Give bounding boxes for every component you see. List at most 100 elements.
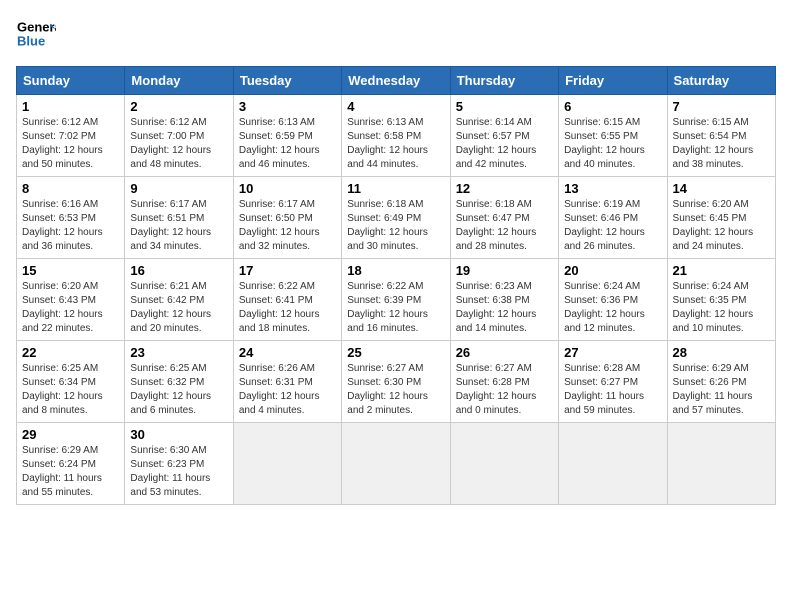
calendar-cell: 28 Sunrise: 6:29 AM Sunset: 6:26 PM Dayli… (667, 341, 775, 423)
day-number: 12 (456, 181, 553, 196)
day-info: Sunrise: 6:20 AM Sunset: 6:45 PM Dayligh… (673, 198, 770, 254)
calendar-cell: 13 Sunrise: 6:19 AM Sunset: 6:46 PM Dayli… (559, 177, 667, 259)
day-info: Sunrise: 6:22 AM Sunset: 6:39 PM Dayligh… (347, 280, 444, 336)
calendar-cell: 19 Sunrise: 6:23 AM Sunset: 6:38 PM Dayli… (450, 259, 558, 341)
day-info: Sunrise: 6:27 AM Sunset: 6:30 PM Dayligh… (347, 362, 444, 418)
day-number: 5 (456, 99, 553, 114)
calendar-header-row: SundayMondayTuesdayWednesdayThursdayFrid… (17, 67, 776, 95)
day-info: Sunrise: 6:22 AM Sunset: 6:41 PM Dayligh… (239, 280, 336, 336)
day-number: 9 (130, 181, 227, 196)
calendar-cell: 25 Sunrise: 6:27 AM Sunset: 6:30 PM Dayli… (342, 341, 450, 423)
day-number: 4 (347, 99, 444, 114)
day-number: 6 (564, 99, 661, 114)
calendar-cell: 15Sunrise: 6:20 AM Sunset: 6:43 PM Dayli… (17, 259, 125, 341)
calendar-cell: 17 Sunrise: 6:22 AM Sunset: 6:41 PM Dayli… (233, 259, 341, 341)
day-info: Sunrise: 6:18 AM Sunset: 6:49 PM Dayligh… (347, 198, 444, 254)
calendar-cell: 26 Sunrise: 6:27 AM Sunset: 6:28 PM Dayli… (450, 341, 558, 423)
calendar-cell: 23Sunrise: 6:25 AM Sunset: 6:32 PM Dayli… (125, 341, 233, 423)
day-info: Sunrise: 6:24 AM Sunset: 6:35 PM Dayligh… (673, 280, 770, 336)
calendar-cell (450, 423, 558, 505)
day-number: 20 (564, 263, 661, 278)
day-number: 19 (456, 263, 553, 278)
day-number: 2 (130, 99, 227, 114)
calendar-day-header: Monday (125, 67, 233, 95)
day-number: 10 (239, 181, 336, 196)
calendar-day-header: Thursday (450, 67, 558, 95)
day-number: 28 (673, 345, 770, 360)
calendar-day-header: Wednesday (342, 67, 450, 95)
calendar-body: 1 Sunrise: 6:12 AM Sunset: 7:02 PM Daylig… (17, 95, 776, 505)
day-number: 16 (130, 263, 227, 278)
calendar-day-header: Sunday (17, 67, 125, 95)
calendar-cell: 10 Sunrise: 6:17 AM Sunset: 6:50 PM Dayli… (233, 177, 341, 259)
calendar-table: SundayMondayTuesdayWednesdayThursdayFrid… (16, 66, 776, 505)
day-info: Sunrise: 6:12 AM Sunset: 7:00 PM Dayligh… (130, 116, 227, 172)
day-number: 13 (564, 181, 661, 196)
day-info: Sunrise: 6:16 AM Sunset: 6:53 PM Dayligh… (22, 198, 119, 254)
calendar-cell (667, 423, 775, 505)
calendar-cell: 2 Sunrise: 6:12 AM Sunset: 7:00 PM Daylig… (125, 95, 233, 177)
calendar-cell (559, 423, 667, 505)
calendar-cell: 29 Sunrise: 6:29 AM Sunset: 6:24 PM Dayli… (17, 423, 125, 505)
calendar-cell: 18 Sunrise: 6:22 AM Sunset: 6:39 PM Dayli… (342, 259, 450, 341)
day-info: Sunrise: 6:27 AM Sunset: 6:28 PM Dayligh… (456, 362, 553, 418)
calendar-week-row: 22 Sunrise: 6:25 AM Sunset: 6:34 PM Dayli… (17, 341, 776, 423)
day-number: 21 (673, 263, 770, 278)
day-number: 25 (347, 345, 444, 360)
calendar-cell: 7Sunrise: 6:15 AM Sunset: 6:54 PM Daylig… (667, 95, 775, 177)
day-number: 11 (347, 181, 444, 196)
calendar-week-row: 15Sunrise: 6:20 AM Sunset: 6:43 PM Dayli… (17, 259, 776, 341)
day-number: 18 (347, 263, 444, 278)
day-info: Sunrise: 6:18 AM Sunset: 6:47 PM Dayligh… (456, 198, 553, 254)
day-number: 15 (22, 263, 119, 278)
day-info: Sunrise: 6:29 AM Sunset: 6:24 PM Dayligh… (22, 444, 119, 500)
day-number: 27 (564, 345, 661, 360)
calendar-cell: 11 Sunrise: 6:18 AM Sunset: 6:49 PM Dayli… (342, 177, 450, 259)
calendar-week-row: 1 Sunrise: 6:12 AM Sunset: 7:02 PM Daylig… (17, 95, 776, 177)
day-number: 14 (673, 181, 770, 196)
calendar-cell: 3Sunrise: 6:13 AM Sunset: 6:59 PM Daylig… (233, 95, 341, 177)
calendar-cell: 1 Sunrise: 6:12 AM Sunset: 7:02 PM Daylig… (17, 95, 125, 177)
calendar-cell (342, 423, 450, 505)
day-info: Sunrise: 6:15 AM Sunset: 6:54 PM Dayligh… (673, 116, 770, 172)
day-info: Sunrise: 6:23 AM Sunset: 6:38 PM Dayligh… (456, 280, 553, 336)
calendar-week-row: 8 Sunrise: 6:16 AM Sunset: 6:53 PM Daylig… (17, 177, 776, 259)
calendar-day-header: Saturday (667, 67, 775, 95)
calendar-cell: 9Sunrise: 6:17 AM Sunset: 6:51 PM Daylig… (125, 177, 233, 259)
calendar-cell: 22 Sunrise: 6:25 AM Sunset: 6:34 PM Dayli… (17, 341, 125, 423)
calendar-cell: 8 Sunrise: 6:16 AM Sunset: 6:53 PM Daylig… (17, 177, 125, 259)
day-number: 23 (130, 345, 227, 360)
day-info: Sunrise: 6:30 AM Sunset: 6:23 PM Dayligh… (130, 444, 227, 500)
day-info: Sunrise: 6:29 AM Sunset: 6:26 PM Dayligh… (673, 362, 770, 418)
calendar-day-header: Tuesday (233, 67, 341, 95)
day-info: Sunrise: 6:25 AM Sunset: 6:34 PM Dayligh… (22, 362, 119, 418)
day-number: 22 (22, 345, 119, 360)
calendar-cell: 27 Sunrise: 6:28 AM Sunset: 6:27 PM Dayli… (559, 341, 667, 423)
calendar-cell (233, 423, 341, 505)
day-number: 3 (239, 99, 336, 114)
day-info: Sunrise: 6:17 AM Sunset: 6:50 PM Dayligh… (239, 198, 336, 254)
day-info: Sunrise: 6:13 AM Sunset: 6:58 PM Dayligh… (347, 116, 444, 172)
day-number: 24 (239, 345, 336, 360)
calendar-week-row: 29 Sunrise: 6:29 AM Sunset: 6:24 PM Dayli… (17, 423, 776, 505)
day-info: Sunrise: 6:14 AM Sunset: 6:57 PM Dayligh… (456, 116, 553, 172)
day-number: 26 (456, 345, 553, 360)
logo-svg: General Blue (16, 16, 56, 56)
calendar-cell: 4 Sunrise: 6:13 AM Sunset: 6:58 PM Daylig… (342, 95, 450, 177)
day-info: Sunrise: 6:28 AM Sunset: 6:27 PM Dayligh… (564, 362, 661, 418)
calendar-cell: 20Sunrise: 6:24 AM Sunset: 6:36 PM Dayli… (559, 259, 667, 341)
day-info: Sunrise: 6:19 AM Sunset: 6:46 PM Dayligh… (564, 198, 661, 254)
day-info: Sunrise: 6:15 AM Sunset: 6:55 PM Dayligh… (564, 116, 661, 172)
calendar-cell: 30Sunrise: 6:30 AM Sunset: 6:23 PM Dayli… (125, 423, 233, 505)
svg-text:General: General (17, 20, 56, 35)
day-info: Sunrise: 6:12 AM Sunset: 7:02 PM Dayligh… (22, 116, 119, 172)
calendar-cell: 16Sunrise: 6:21 AM Sunset: 6:42 PM Dayli… (125, 259, 233, 341)
calendar-cell: 14 Sunrise: 6:20 AM Sunset: 6:45 PM Dayli… (667, 177, 775, 259)
day-number: 1 (22, 99, 119, 114)
svg-text:Blue: Blue (17, 34, 45, 49)
calendar-cell: 24Sunrise: 6:26 AM Sunset: 6:31 PM Dayli… (233, 341, 341, 423)
day-number: 17 (239, 263, 336, 278)
day-number: 29 (22, 427, 119, 442)
day-number: 8 (22, 181, 119, 196)
calendar-cell: 21 Sunrise: 6:24 AM Sunset: 6:35 PM Dayli… (667, 259, 775, 341)
